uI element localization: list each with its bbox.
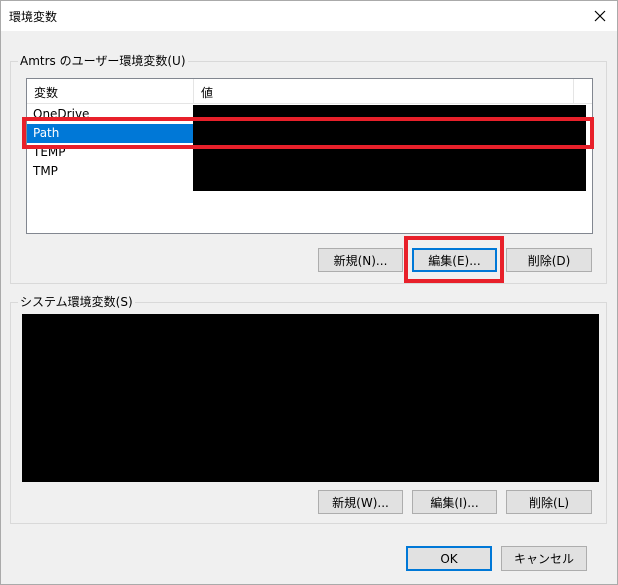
user-vars-list[interactable]: 変数 値 OneDrive Path TEMP TMP — [26, 78, 593, 234]
list-item-onedrive[interactable]: OneDrive — [27, 105, 193, 124]
column-header-variable[interactable]: 変数 — [34, 84, 58, 101]
list-item-tmp[interactable]: TMP — [27, 162, 193, 181]
system-edit-button[interactable]: 編集(I)... — [412, 490, 497, 514]
list-item-label: TEMP — [33, 145, 66, 159]
window-title: 環境変数 — [9, 10, 58, 24]
column-separator[interactable] — [573, 79, 574, 103]
list-item-temp[interactable]: TEMP — [27, 143, 193, 162]
title-bar[interactable] — [1, 1, 617, 31]
column-separator[interactable] — [193, 79, 194, 103]
system-delete-button[interactable]: 削除(L) — [506, 490, 592, 514]
system-new-button[interactable]: 新規(W)... — [318, 490, 403, 514]
redacted-values — [193, 105, 586, 191]
user-vars-group-label: Amtrs のユーザー環境変数(U) — [18, 54, 188, 68]
column-header-value[interactable]: 値 — [201, 84, 213, 101]
cancel-button[interactable]: キャンセル — [501, 546, 587, 571]
list-item-label: OneDrive — [33, 107, 90, 121]
close-button[interactable] — [583, 1, 617, 30]
system-vars-group-label: システム環境変数(S) — [18, 295, 135, 309]
list-item-label: Path — [33, 126, 60, 140]
user-new-button[interactable]: 新規(N)... — [318, 248, 403, 272]
close-icon — [594, 10, 606, 21]
user-delete-button[interactable]: 削除(D) — [506, 248, 592, 272]
list-item-label: TMP — [33, 164, 58, 178]
list-item-path[interactable]: Path — [27, 124, 193, 143]
ok-button[interactable]: OK — [406, 546, 492, 571]
list-header: 変数 値 — [27, 79, 592, 104]
user-edit-button[interactable]: 編集(E)... — [412, 248, 497, 272]
system-vars-list-redacted[interactable] — [22, 314, 599, 482]
